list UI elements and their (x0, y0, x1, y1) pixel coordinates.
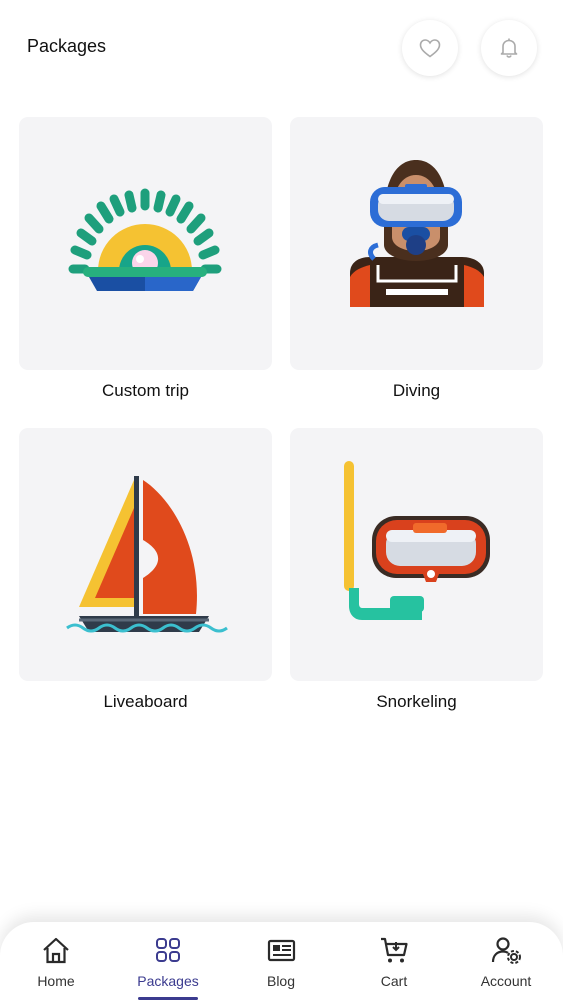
bell-icon (500, 38, 518, 58)
diver-icon (350, 160, 484, 307)
nav-label-account: Account (480, 973, 532, 989)
home-icon (43, 937, 69, 964)
nav-item-cart[interactable]: Cart (338, 922, 450, 1000)
package-label: Liveaboard (103, 692, 188, 711)
page-title: Packages (27, 36, 107, 56)
nav-label-blog: Blog (266, 973, 296, 989)
favorites-button[interactable] (402, 20, 458, 76)
newspaper-icon (267, 939, 296, 962)
app-header: Packages (0, 0, 563, 100)
cart-icon (381, 937, 408, 963)
nav-label-home: Home (37, 973, 75, 989)
user-settings-icon (491, 937, 521, 964)
heart-icon (419, 39, 441, 58)
nav-label-packages: Packages (137, 973, 199, 989)
notifications-button[interactable] (481, 20, 537, 76)
nav-item-blog[interactable]: Blog (225, 922, 337, 1000)
package-label: Custom trip (102, 381, 189, 400)
bottom-navigation: Home Packages Blog Cart Account (0, 922, 563, 1000)
nav-item-account[interactable]: Account (450, 922, 562, 1000)
sailboat-icon (66, 476, 228, 633)
package-card-diving[interactable] (290, 117, 543, 370)
nav-item-packages[interactable]: Packages (112, 922, 224, 1000)
grid-icon (156, 938, 180, 962)
package-card-custom-trip[interactable] (19, 117, 272, 370)
package-label: Snorkeling (376, 692, 457, 711)
nav-label-cart: Cart (380, 973, 408, 989)
package-card-snorkeling[interactable] (290, 428, 543, 681)
sunrise-shell-icon (68, 188, 222, 291)
package-card-liveaboard[interactable] (19, 428, 272, 681)
snorkel-mask-icon (344, 461, 490, 620)
nav-item-home[interactable]: Home (0, 922, 112, 1000)
package-label: Diving (392, 381, 441, 400)
